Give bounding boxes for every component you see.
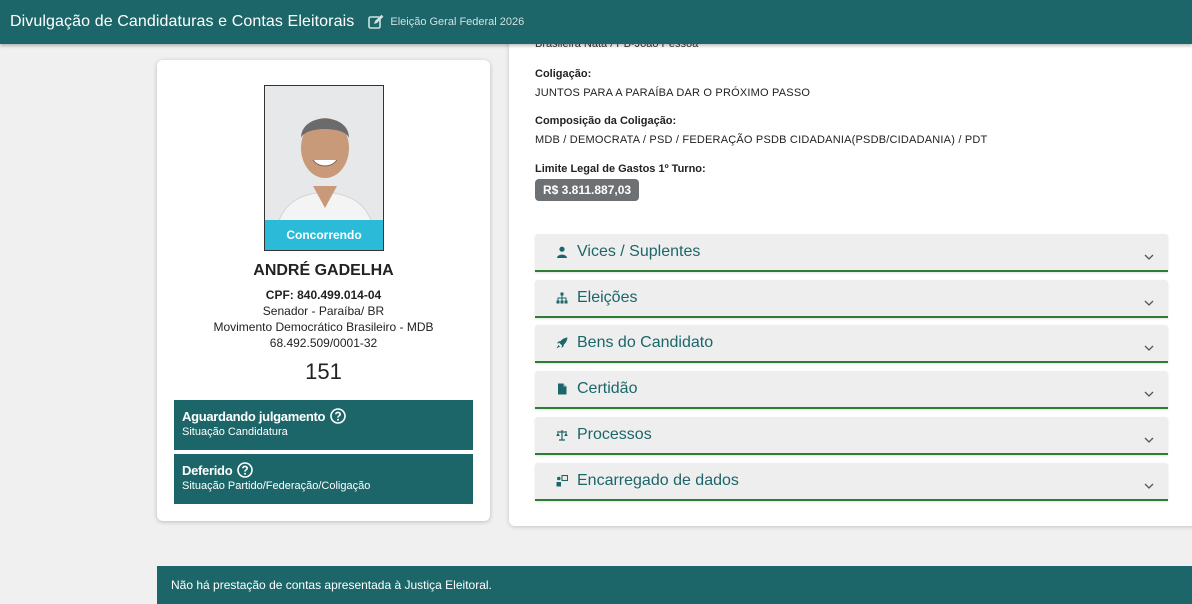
help-icon[interactable] (237, 462, 254, 478)
composicao-label: Composição da Coligação: (535, 115, 677, 127)
election-name: Eleição Geral Federal 2026 (390, 16, 525, 28)
candidate-name: ANDRÉ GADELHA (253, 262, 394, 279)
situacao-partido-subtitle: Situação Partido/Federação/Coligação (182, 480, 371, 492)
accordion-eleicoes[interactable]: Eleições (535, 280, 1168, 318)
sitemap-icon (556, 292, 568, 304)
limite-value-badge: R$ 3.811.887,03 (535, 179, 640, 201)
accordion-encarregado-de-dados[interactable]: Encarregado de dados (535, 463, 1168, 501)
candidate-cnpj: 68.492.509/0001-32 (269, 336, 378, 350)
accordion-label: Eleições (577, 289, 638, 306)
edit-icon[interactable] (368, 14, 384, 30)
rocket-icon (556, 337, 568, 349)
situacao-candidatura-box: Aguardando julgamento Situação Candidatu… (174, 400, 473, 450)
accordion-label: Processos (577, 426, 652, 443)
candidate-party: Movimento Democrático Brasileiro - MDB (213, 320, 434, 334)
candidate-number: 151 (305, 359, 342, 384)
accordion-processos[interactable]: Processos (535, 417, 1168, 455)
help-icon[interactable] (330, 408, 347, 424)
scale-icon (556, 429, 568, 441)
chevron-down-icon (1144, 339, 1154, 351)
accordion-label: Certidão (577, 380, 638, 397)
candidate-office: Senador - Paraíba/ BR (262, 304, 385, 318)
contas-notice-text: Não há prestação de contas apresentada à… (171, 578, 492, 592)
situacao-partido-title: Deferido (182, 462, 233, 478)
coligacao-label: Coligação: (535, 68, 592, 80)
person-icon (556, 246, 568, 258)
accordion-vices-suplentes[interactable]: Vices / Suplentes (535, 234, 1168, 272)
situacao-candidatura-subtitle: Situação Candidatura (182, 426, 288, 438)
candidate-status-badge: Concorrendo (265, 220, 383, 250)
chevron-down-icon (1144, 431, 1154, 443)
accordion-bens-do-candidato[interactable]: Bens do Candidato (535, 325, 1168, 363)
app-title: Divulgação de Candidaturas e Contas Elei… (10, 13, 355, 30)
situacao-partido-box: Deferido Situação Partido/Federação/Coli… (174, 454, 473, 504)
accordion-certidao[interactable]: Certidão (535, 371, 1168, 409)
document-icon (556, 383, 568, 395)
chevron-down-icon (1144, 477, 1154, 489)
accordion-label: Bens do Candidato (577, 334, 714, 351)
candidate-cpf: CPF: 840.499.014-04 (265, 288, 382, 302)
limite-label: Limite Legal de Gastos 1º Turno: (535, 163, 706, 175)
chevron-down-icon (1144, 294, 1154, 306)
situacao-candidatura-title: Aguardando julgamento (182, 408, 326, 424)
contas-notice-bar: Não há prestação de contas apresentada à… (157, 566, 1192, 604)
accordion-label: Encarregado de dados (577, 472, 739, 489)
top-bar: Divulgação de Candidaturas e Contas Elei… (0, 0, 1192, 44)
accordion-label: Vices / Suplentes (577, 243, 701, 260)
chevron-down-icon (1144, 385, 1154, 397)
coligacao-value: JUNTOS PARA A PARAÍBA DAR O PRÓXIMO PASS… (535, 87, 811, 99)
chevron-down-icon (1144, 248, 1154, 260)
candidate-photo: Concorrendo (264, 85, 384, 251)
data-officer-icon (556, 475, 568, 487)
composicao-value: MDB / DEMOCRATA / PSD / FEDERAÇÃO PSDB C… (535, 134, 988, 146)
